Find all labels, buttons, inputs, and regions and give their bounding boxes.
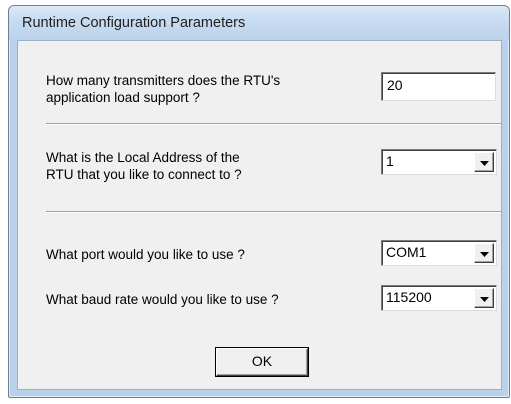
ok-button[interactable]: OK <box>216 348 308 376</box>
chevron-down-icon <box>480 297 489 302</box>
chevron-down-icon <box>480 252 489 257</box>
baud-label: What baud rate would you like to use ? <box>46 292 279 307</box>
baud-select[interactable]: 115200 <box>381 285 497 311</box>
transmitters-input[interactable]: 20 <box>381 72 496 101</box>
local-address-label-line1: What is the Local Address of the <box>46 150 240 165</box>
local-address-select[interactable]: 1 <box>381 149 497 175</box>
transmitters-label-line1: How many transmitters does the RTU's <box>46 73 281 88</box>
dialog-body: How many transmitters does the RTU's app… <box>17 40 502 390</box>
port-value: COM1 <box>386 244 427 260</box>
title-bar[interactable]: Runtime Configuration Parameters <box>9 6 509 40</box>
separator-1 <box>46 123 501 125</box>
port-label: What port would you like to use ? <box>46 247 245 262</box>
baud-dropdown-button[interactable] <box>474 288 494 308</box>
transmitters-label-line2: application load support ? <box>46 90 200 105</box>
separator-2 <box>46 211 501 213</box>
local-address-dropdown-button[interactable] <box>474 152 494 172</box>
port-dropdown-button[interactable] <box>474 243 494 263</box>
port-select[interactable]: COM1 <box>381 240 497 266</box>
dialog-window: Runtime Configuration Parameters How man… <box>8 5 510 398</box>
baud-value: 115200 <box>386 289 432 305</box>
window-title: Runtime Configuration Parameters <box>22 15 246 31</box>
local-address-value: 1 <box>386 153 394 169</box>
local-address-label-line2: RTU that you like to connect to ? <box>46 167 242 182</box>
chevron-down-icon <box>480 161 489 166</box>
